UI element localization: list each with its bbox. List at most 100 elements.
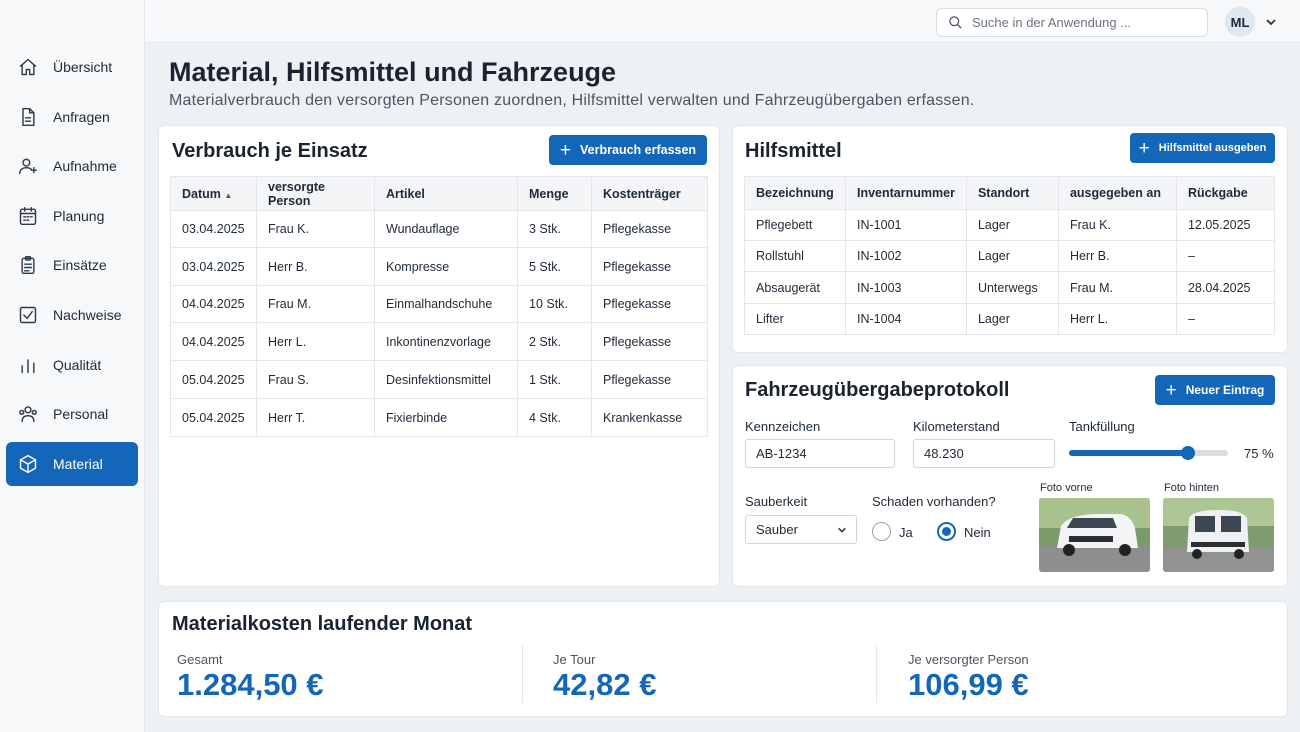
table-cell: Frau M.	[256, 285, 375, 323]
column-header-menge[interactable]: Menge	[517, 176, 592, 211]
table-cell: Wundauflage	[374, 210, 518, 248]
table-cell: Herr L.	[1058, 303, 1177, 335]
tankfuellung-slider[interactable]	[1069, 446, 1228, 460]
schaden-ja-radio[interactable]	[872, 522, 891, 541]
kpi-gesamt-value: 1.284,50 €	[177, 667, 324, 702]
table-cell: 1 Stk.	[517, 360, 592, 399]
table-cell: Lager	[966, 240, 1059, 272]
sidebar-item-qualitaet[interactable]: Qualität	[6, 343, 138, 387]
table-cell: 12.05.2025	[1176, 209, 1275, 241]
sort-asc-icon: ▲	[224, 190, 233, 200]
table-row[interactable]: Absaugerät IN-1003 Unterwegs Frau M. 28.04.2…	[744, 271, 1275, 304]
foto-vorne-label: Foto vorne	[1040, 482, 1093, 494]
sidebar-item-label: Einsätze	[53, 257, 107, 274]
schaden-nein-radio[interactable]	[937, 522, 956, 541]
table-cell: Lager	[966, 303, 1059, 335]
column-header-person[interactable]: versorgte Person	[256, 176, 375, 211]
sauberkeit-label: Sauberkeit	[745, 494, 808, 509]
foto-hinten-image[interactable]	[1163, 498, 1274, 572]
search-icon	[949, 16, 962, 29]
table-cell: 4 Stk.	[517, 398, 592, 437]
table-row[interactable]: 04.04.2025 Frau M. Einmalhandschuhe 10 Stk.…	[170, 285, 708, 323]
schaden-ja-label: Ja	[899, 525, 913, 540]
column-header-ausgegeben-an[interactable]: ausgegeben an	[1058, 176, 1177, 210]
kpi-person-value: 106,99 €	[908, 667, 1029, 702]
table-cell: IN-1001	[845, 209, 967, 241]
table-row[interactable]: Lifter IN-1004 Lager Herr L. –	[744, 303, 1275, 335]
column-header-rueckgabe[interactable]: Rückgabe	[1176, 176, 1275, 210]
sidebar-item-nachweise[interactable]: Nachweise	[6, 293, 138, 337]
chevron-down-icon[interactable]	[1265, 15, 1279, 29]
table-row[interactable]: 04.04.2025 Herr L. Inkontinenzvorlage 2 Stk…	[170, 322, 708, 361]
hilfsmittel-ausgeben-button[interactable]: + Hilfsmittel ausgeben	[1130, 133, 1275, 163]
kennzeichen-label: Kennzeichen	[745, 419, 821, 434]
sidebar-item-material[interactable]: Material	[6, 441, 138, 486]
table-cell: Pflegekasse	[591, 360, 708, 399]
kpi-tour-value: 42,82 €	[553, 667, 657, 702]
schaden-label: Schaden vorhanden?	[872, 494, 996, 509]
search-input[interactable]	[972, 15, 1192, 30]
table-cell: Herr T.	[256, 398, 375, 437]
schaden-nein-label: Nein	[964, 525, 991, 540]
column-header-standort[interactable]: Standort	[966, 176, 1059, 210]
checkbox-icon	[17, 304, 39, 326]
search-box[interactable]	[936, 8, 1208, 37]
table-cell: –	[1187, 312, 1195, 326]
verbrauch-erfassen-button[interactable]: + Verbrauch erfassen	[549, 135, 707, 165]
page-subtitle: Materialverbrauch den versorgten Persone…	[169, 92, 975, 109]
tankfuellung-value: 75 %	[1244, 446, 1274, 461]
table-cell: Pflegekasse	[591, 247, 708, 286]
table-cell: 05.04.2025	[170, 360, 257, 399]
plus-icon: +	[1165, 379, 1177, 401]
neuer-eintrag-button[interactable]: + Neuer Eintrag	[1155, 375, 1275, 405]
sidebar-item-label: Aufnahme	[53, 158, 117, 175]
kpi-tour-label: Je Tour	[553, 652, 596, 667]
table-cell: 05.04.2025	[170, 398, 257, 437]
table-cell: Frau K.	[256, 210, 375, 248]
hilfsmittel-title: Hilfsmittel	[745, 140, 842, 162]
column-header-artikel[interactable]: Artikel	[374, 176, 518, 211]
table-cell: Unterwegs	[966, 271, 1059, 304]
fahrzeug-title: Fahrzeugübergabeprotokoll	[745, 379, 1010, 401]
sidebar-item-anfragen[interactable]: Anfragen	[6, 95, 138, 139]
table-row[interactable]: Rollstuhl IN-1002 Lager Herr B. –	[744, 240, 1275, 272]
tankfuellung-label: Tankfüllung	[1069, 419, 1135, 434]
table-cell: IN-1003	[845, 271, 967, 304]
table-cell: 5 Stk.	[517, 247, 592, 286]
table-row[interactable]: Pflegebett IN-1001 Lager Frau K. 12.05.2025	[744, 209, 1275, 241]
box-icon	[17, 453, 39, 475]
table-cell: 2 Stk.	[517, 322, 592, 361]
kosten-title: Materialkosten laufender Monat	[172, 613, 473, 635]
column-header-kostentraeger[interactable]: Kostenträger	[591, 176, 708, 211]
sidebar-item-planung[interactable]: Planung	[6, 194, 138, 238]
document-icon	[17, 106, 39, 128]
column-header-inventarnummer[interactable]: Inventarnummer	[845, 176, 967, 210]
table-cell: 04.04.2025	[170, 285, 257, 323]
table-row[interactable]: 03.04.2025 Herr B. Kompresse 5 Stk. Pflegeka…	[170, 247, 708, 286]
table-row[interactable]: 03.04.2025 Frau K. Wundauflage 3 Stk. Pflege…	[170, 210, 708, 248]
table-cell: 03.04.2025	[170, 247, 257, 286]
sidebar-item-label: Anfragen	[53, 108, 110, 125]
table-row[interactable]: 05.04.2025 Herr T. Fixierbinde 4 Stk. Kranke…	[170, 398, 708, 437]
kilometerstand-field[interactable]: 48.230	[913, 439, 1055, 468]
table-cell: IN-1004	[845, 303, 967, 335]
divider	[876, 645, 877, 703]
sidebar-item-personal[interactable]: Personal	[6, 392, 138, 436]
foto-vorne-image[interactable]	[1039, 498, 1150, 572]
sauberkeit-select[interactable]: Sauber	[745, 515, 857, 544]
sidebar-item-einsaetze[interactable]: Einsätze	[6, 243, 138, 287]
user-plus-icon	[17, 155, 39, 177]
table-cell: Absaugerät	[744, 271, 846, 304]
table-row[interactable]: 05.04.2025 Frau S. Desinfektionsmittel 1 St…	[170, 360, 708, 399]
table-cell: Inkontinenzvorlage	[374, 322, 518, 361]
sidebar-item-aufnahme[interactable]: Aufnahme	[6, 144, 138, 188]
table-cell: Herr B.	[256, 247, 375, 286]
avatar[interactable]: ML	[1225, 7, 1255, 37]
kennzeichen-field[interactable]: AB-1234	[745, 439, 895, 468]
sidebar-item-uebersicht[interactable]: Übersicht	[6, 45, 138, 89]
verbrauch-title: Verbrauch je Einsatz	[172, 140, 368, 162]
button-label: Hilfsmittel ausgeben	[1158, 142, 1267, 154]
column-header-datum[interactable]: Datum ▲	[170, 176, 257, 211]
plus-icon: +	[559, 139, 572, 161]
column-header-bezeichnung[interactable]: Bezeichnung	[744, 176, 846, 210]
